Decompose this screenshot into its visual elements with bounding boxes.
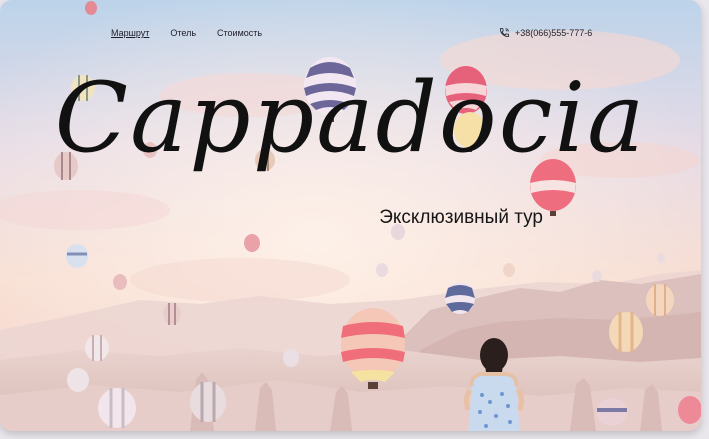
phone-icon [499, 27, 510, 38]
contact-phone[interactable]: +38(066)555-777-6 [499, 27, 592, 38]
phone-number: +38(066)555-777-6 [515, 27, 593, 38]
hero-title: Cappadocia [54, 62, 647, 174]
nav-link-route[interactable]: Маршрут [111, 28, 149, 38]
page-frame: Маршрут Отель Стоимость +38(066)555-777-… [0, 0, 701, 431]
hero-subtitle: Эксклюзивный тур [379, 207, 543, 228]
nav-link-price[interactable]: Стоимость [217, 28, 262, 38]
main-nav: Маршрут Отель Стоимость [111, 28, 262, 38]
nav-link-hotel[interactable]: Отель [170, 28, 196, 38]
